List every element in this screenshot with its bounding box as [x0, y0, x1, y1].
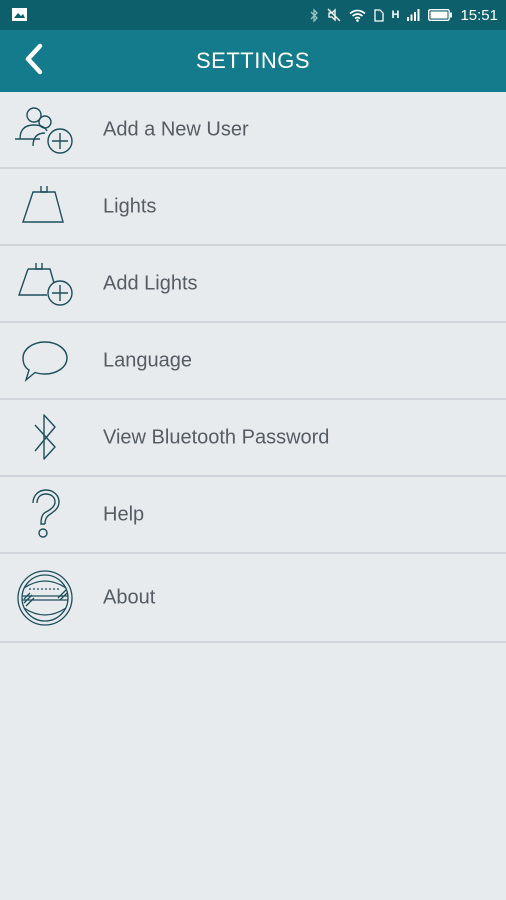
- add-user-icon: [14, 101, 76, 159]
- menu-item-label: Add Lights: [103, 272, 198, 294]
- menu-item-add-lights[interactable]: Add Lights: [0, 246, 506, 323]
- page-title: SETTINGS: [195, 48, 310, 73]
- menu-item-label: Lights: [103, 195, 157, 217]
- signal-icon: [407, 9, 420, 21]
- light-icon: [14, 178, 76, 236]
- bluetooth-status-icon: [310, 7, 319, 23]
- image-notification-icon: [12, 8, 27, 26]
- bluetooth-icon: [14, 409, 76, 467]
- settings-menu: Add a New User Lights Add Lights Languag…: [0, 92, 506, 643]
- menu-item-label: About: [103, 586, 156, 608]
- app-bar: SETTINGS: [0, 30, 506, 92]
- spectrum-logo-icon: [14, 569, 76, 627]
- status-bar: H 15:51: [0, 0, 506, 30]
- menu-item-lights[interactable]: Lights: [0, 169, 506, 246]
- add-light-icon: [14, 255, 76, 313]
- menu-item-about[interactable]: About: [0, 554, 506, 643]
- network-type: H: [391, 9, 400, 21]
- menu-item-label: View Bluetooth Password: [103, 426, 330, 448]
- menu-item-language[interactable]: Language: [0, 323, 506, 400]
- menu-item-help[interactable]: Help: [0, 477, 506, 554]
- menu-item-add-user[interactable]: Add a New User: [0, 92, 506, 169]
- menu-item-label: Help: [103, 503, 145, 525]
- menu-item-label: Add a New User: [103, 118, 249, 140]
- wifi-icon: [349, 9, 366, 22]
- mute-icon: [327, 8, 341, 22]
- question-mark-icon: [14, 486, 76, 544]
- status-time: 15:51: [460, 6, 498, 24]
- speech-bubble-icon: [14, 332, 76, 390]
- sim-card-icon: [373, 8, 384, 22]
- menu-item-label: Language: [103, 349, 192, 371]
- menu-item-bluetooth-password[interactable]: View Bluetooth Password: [0, 400, 506, 477]
- battery-icon: [428, 9, 453, 21]
